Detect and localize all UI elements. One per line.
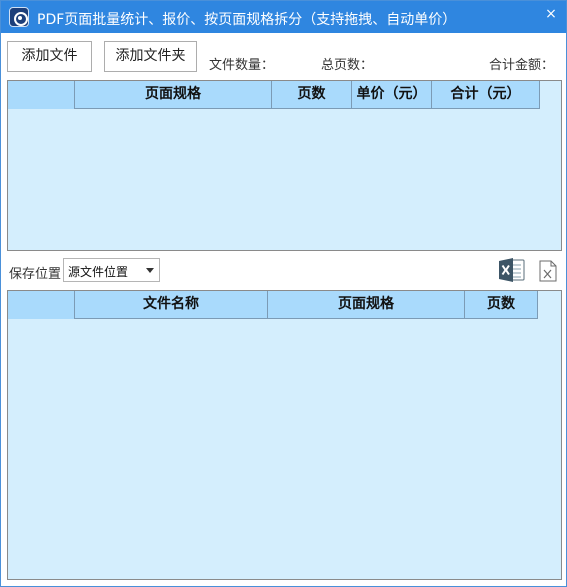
- excel-icon[interactable]: [498, 257, 526, 283]
- column-file-name[interactable]: 文件名称: [75, 291, 268, 319]
- save-location-label: 保存位置: [9, 267, 62, 282]
- pdf-app-icon: [9, 7, 29, 27]
- file-list-table[interactable]: 文件名称 页面规格 页数: [7, 290, 562, 580]
- save-location-value: 源文件位置: [68, 265, 129, 279]
- column-page-spec[interactable]: 页面规格: [75, 81, 272, 109]
- chevron-down-icon: [146, 268, 154, 273]
- app-window: PDF页面批量统计、报价、按页面规格拆分（支持拖拽、自动单价） × 添加文件 添…: [0, 0, 567, 587]
- add-folder-button[interactable]: 添加文件夹: [104, 41, 197, 72]
- window-title: PDF页面批量统计、报价、按页面规格拆分（支持拖拽、自动单价）: [37, 12, 457, 28]
- file-list-table-header: 文件名称 页面规格 页数: [8, 291, 538, 319]
- total-amount-label: 合计金额：: [488, 58, 554, 73]
- close-icon[interactable]: ×: [542, 5, 560, 23]
- column-page-spec[interactable]: 页面规格: [268, 291, 465, 319]
- column-unit-price[interactable]: 单价（元）: [352, 81, 432, 109]
- row-header-column[interactable]: [8, 81, 75, 109]
- file-count-label: 文件数量：: [209, 58, 275, 73]
- row-header-column[interactable]: [8, 291, 75, 319]
- column-page-count[interactable]: 页数: [465, 291, 538, 319]
- page-spec-table-header: 页面规格 页数 单价（元） 合计（元）: [8, 81, 540, 109]
- title-bar[interactable]: PDF页面批量统计、报价、按页面规格拆分（支持拖拽、自动单价） ×: [1, 1, 566, 33]
- xls-file-icon[interactable]: [539, 260, 557, 282]
- save-location-select[interactable]: 源文件位置: [63, 258, 160, 282]
- column-page-count[interactable]: 页数: [272, 81, 352, 109]
- add-file-button[interactable]: 添加文件: [7, 41, 92, 72]
- page-spec-table[interactable]: 页面规格 页数 单价（元） 合计（元）: [7, 80, 562, 251]
- total-pages-label: 总页数：: [321, 58, 374, 73]
- column-subtotal[interactable]: 合计（元）: [432, 81, 540, 109]
